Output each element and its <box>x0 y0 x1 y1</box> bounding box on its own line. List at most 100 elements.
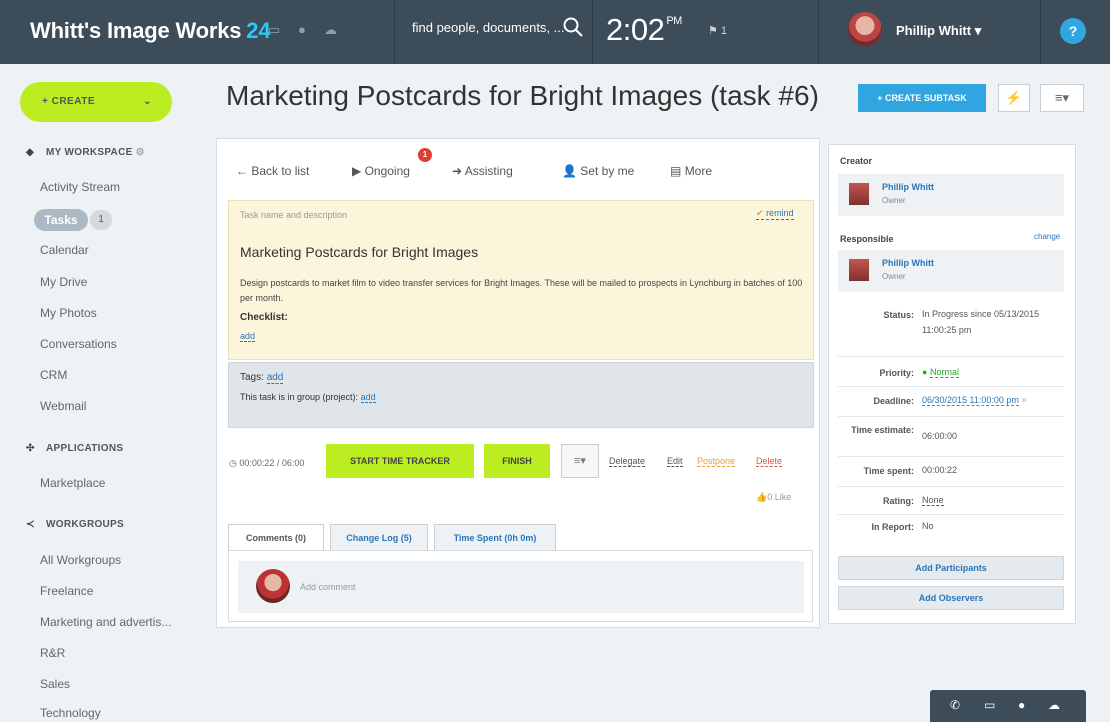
rating-text: None <box>922 495 944 506</box>
lightning-icon: ⚡ <box>1005 90 1023 105</box>
ongoing-count-badge: 1 <box>418 148 432 162</box>
rating-value[interactable]: None <box>922 492 944 508</box>
settings-icon[interactable]: ⚙ <box>136 147 145 158</box>
set-by-me-filter[interactable]: 👤 Set by me <box>562 164 634 178</box>
add-observers-button[interactable]: Add Observers <box>838 586 1064 610</box>
creator-avatar[interactable] <box>848 182 870 206</box>
sidebar-item-webmail[interactable]: Webmail <box>40 399 86 413</box>
start-time-tracker-button[interactable]: START TIME TRACKER <box>326 444 474 478</box>
cloud-icon[interactable]: ☁ <box>1048 698 1060 712</box>
sidebar-item-sales[interactable]: Sales <box>40 677 70 691</box>
divider <box>1040 0 1041 64</box>
sidebar-item-my-photos[interactable]: My Photos <box>40 306 97 320</box>
checklist-add-link[interactable]: add <box>240 331 256 342</box>
edit-link[interactable]: Edit <box>667 456 683 467</box>
user-menu[interactable]: Phillip Whitt ▾ <box>896 23 981 39</box>
creator-label: Creator <box>840 156 873 166</box>
clock-ampm: PM <box>666 15 682 27</box>
chat-icon[interactable]: ▭ <box>984 698 995 712</box>
delegate-link[interactable]: Delegate <box>609 456 646 467</box>
responsible-name[interactable]: Phillip Whitt <box>882 258 934 268</box>
remind-link[interactable]: ✔ remind <box>756 208 794 220</box>
change-responsible-link[interactable]: change <box>1034 232 1060 241</box>
notifications-icon[interactable]: ● <box>298 22 306 37</box>
applications-icon: ✣ <box>26 443 35 454</box>
delete-link[interactable]: Delete <box>756 456 783 467</box>
divider <box>838 456 1064 457</box>
clear-icon[interactable]: × <box>1021 395 1026 405</box>
applications-heading-label: APPLICATIONS <box>46 443 124 454</box>
sidebar-item-calendar[interactable]: Calendar <box>40 243 89 257</box>
sidebar-item-activity-stream[interactable]: Activity Stream <box>40 180 120 194</box>
group-add-link[interactable]: add <box>360 392 376 403</box>
sidebar-item-crm[interactable]: CRM <box>40 368 67 382</box>
ongoing-filter[interactable]: ▶ Ongoing <box>352 164 410 178</box>
in-report-value: No <box>922 521 934 531</box>
priority-label: Priority: <box>879 368 914 378</box>
help-button[interactable]: ? <box>1060 18 1086 44</box>
create-button[interactable]: + CREATE ⌄ <box>20 82 172 122</box>
workgroups-heading[interactable]: ≺ WORKGROUPS <box>26 519 124 530</box>
divider <box>818 0 819 64</box>
more-actions-button[interactable]: ≡▾ <box>561 444 599 478</box>
creator-name[interactable]: Phillip Whitt <box>882 182 934 192</box>
phone-icon[interactable]: ✆ <box>950 698 960 712</box>
cloud-icon[interactable]: ☁ <box>324 22 337 38</box>
comment-input[interactable]: Add comment <box>300 582 356 592</box>
top-bar: Whitt's Image Works 24 ▭ ● ☁ find people,… <box>0 0 1110 64</box>
share-icon: ≺ <box>26 519 35 530</box>
messages-icon[interactable]: ▭ <box>268 22 280 38</box>
status-value: In Progress since 05/13/2015 11:00:25 pm <box>922 309 1040 335</box>
sidebar-item-freelance[interactable]: Freelance <box>40 584 93 598</box>
tab-comments[interactable]: Comments (0) <box>228 524 324 551</box>
search-input[interactable]: find people, documents, ... <box>412 20 564 35</box>
set-by-me-label: Set by me <box>580 164 635 178</box>
more-menu[interactable]: ▤ More <box>670 164 712 178</box>
responsible-avatar[interactable] <box>848 258 870 282</box>
description-label: Task name and description <box>240 210 348 220</box>
brand-logo[interactable]: Whitt's Image Works 24 <box>30 18 271 44</box>
sidebar-item-conversations[interactable]: Conversations <box>40 337 117 351</box>
menu-button[interactable]: ≡▾ <box>1040 84 1084 112</box>
priority-value[interactable]: ● Normal <box>922 364 959 380</box>
like-button[interactable]: 👍0 Like <box>756 492 791 503</box>
tags-row: Tags: add <box>240 372 284 384</box>
divider <box>838 416 1064 417</box>
sidebar-item-my-drive[interactable]: My Drive <box>40 275 87 289</box>
user-name: Phillip Whitt <box>896 23 972 38</box>
tasks-count-badge: 1 <box>90 210 112 230</box>
sidebar-item-tasks[interactable]: Tasks <box>34 209 88 231</box>
applications-heading[interactable]: ✣ APPLICATIONS <box>26 443 123 454</box>
list-icon: ≡▾ <box>1054 90 1070 105</box>
search-icon[interactable] <box>562 16 584 38</box>
sidebar-item-all-workgroups[interactable]: All Workgroups <box>40 553 121 567</box>
assisting-filter[interactable]: ➜ Assisting <box>452 164 513 178</box>
deadline-value[interactable]: 06/30/2015 11:00:00 pm × <box>922 392 1027 408</box>
tab-time-spent[interactable]: Time Spent (0h 0m) <box>434 524 556 550</box>
status-label: Status: <box>883 310 914 320</box>
create-subtask-button[interactable]: + CREATE SUBTASK <box>858 84 986 112</box>
sidebar-item-marketing[interactable]: Marketing and advertis... <box>40 615 171 629</box>
sidebar-item-technology[interactable]: Technology <box>40 706 101 720</box>
flag-indicator[interactable]: ⚑ 1 <box>708 24 727 37</box>
back-to-list-link[interactable]: ← Back to list <box>236 164 309 178</box>
in-report-label: In Report: <box>871 522 915 532</box>
add-participants-button[interactable]: Add Participants <box>838 556 1064 580</box>
clock-time: 2:02 <box>606 12 665 47</box>
remind-label: remind <box>766 208 794 218</box>
tab-change-log[interactable]: Change Log (5) <box>330 524 428 550</box>
sidebar-item-marketplace[interactable]: Marketplace <box>40 476 105 490</box>
lightning-button[interactable]: ⚡ <box>998 84 1030 112</box>
check-icon: ✔ <box>756 208 764 218</box>
bell-icon[interactable]: ● <box>1018 698 1025 712</box>
responsible-role: Owner <box>882 272 906 281</box>
tags-add-link[interactable]: add <box>266 372 284 384</box>
workspace-heading[interactable]: ◆ MY WORKSPACE ⚙ <box>26 147 145 158</box>
sidebar-item-rr[interactable]: R&R <box>40 646 65 660</box>
avatar[interactable] <box>848 12 882 46</box>
clock[interactable]: 2:02 PM <box>606 12 682 48</box>
group-label: This task is in group (project): <box>240 392 359 402</box>
like-label: 0 Like <box>767 492 792 502</box>
postpone-link[interactable]: Postpone <box>697 456 736 467</box>
finish-button[interactable]: FINISH <box>484 444 550 478</box>
